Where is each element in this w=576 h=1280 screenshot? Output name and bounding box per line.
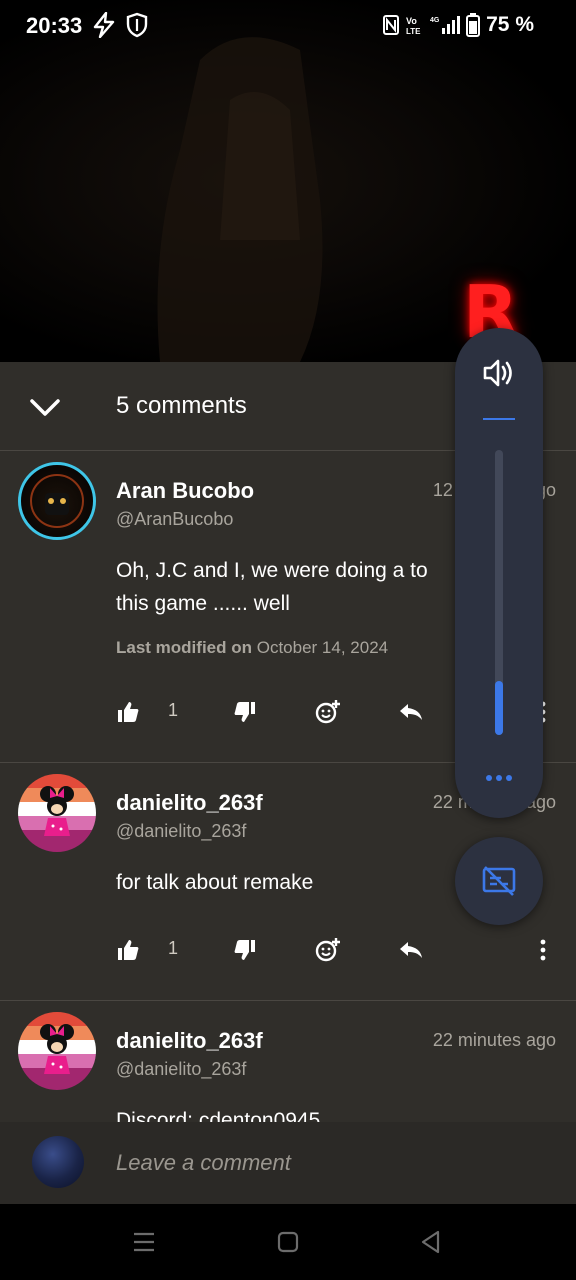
status-bar: 20:33 Vo LTE 4G 75 % <box>0 0 576 52</box>
comment-handle[interactable]: @AranBucobo <box>116 509 233 530</box>
comment-actions: 1 <box>0 930 576 970</box>
volte-icon: VoLTE <box>406 16 421 36</box>
comment-author[interactable]: danielito_263f <box>116 790 263 816</box>
reply-button[interactable] <box>398 692 424 732</box>
menu-icon[interactable] <box>132 1231 156 1253</box>
bolt-icon <box>93 12 115 38</box>
shield-icon <box>126 12 148 38</box>
avatar[interactable] <box>18 774 96 852</box>
like-count: 1 <box>168 700 179 720</box>
back-icon[interactable] <box>420 1230 442 1254</box>
comments-count-title: 5 comments <box>116 392 247 419</box>
nfc-icon <box>383 15 400 35</box>
chevron-down-icon <box>30 399 60 416</box>
live-caption-button[interactable] <box>455 837 543 925</box>
speaker-icon <box>483 359 512 387</box>
more-options-button[interactable] <box>536 930 550 970</box>
comment-modified: Last modified on October 14, 2024 <box>116 638 388 658</box>
thumbs-down-icon <box>234 940 255 960</box>
home-icon[interactable] <box>277 1231 299 1253</box>
captions-off-icon <box>482 866 516 896</box>
comment-item: danielito_263f @danielito_263f 22 minute… <box>0 1000 576 1122</box>
thumbs-down-icon <box>234 702 255 722</box>
volume-level <box>495 680 503 735</box>
thumbs-up-icon <box>118 702 139 722</box>
modified-label: Last modified on <box>116 638 252 657</box>
react-button[interactable] <box>314 930 342 970</box>
comment-text: Discord: cdenton0945 <box>116 1109 321 1122</box>
svg-text:LTE: LTE <box>406 27 421 36</box>
add-reaction-icon <box>315 938 340 962</box>
comment-handle[interactable]: @danielito_263f <box>116 821 246 842</box>
minnie-mouse-figure <box>40 786 74 836</box>
battery-icon <box>466 13 481 37</box>
volume-panel[interactable] <box>455 328 543 818</box>
avatar[interactable] <box>18 1012 96 1090</box>
minnie-mouse-figure <box>40 1024 74 1074</box>
svg-text:4G: 4G <box>430 17 440 24</box>
volume-separator <box>483 418 515 420</box>
comment-time: 22 minutes ago <box>432 1030 556 1050</box>
collapse-button[interactable] <box>26 392 64 422</box>
signal-icon: 4G <box>430 16 461 34</box>
comment-handle[interactable]: @danielito_263f <box>116 1059 246 1080</box>
video-player[interactable]: R <box>0 0 576 362</box>
comment-author[interactable]: Aran Bucobo <box>116 478 254 504</box>
reply-icon <box>400 704 422 720</box>
comment-input[interactable]: Leave a comment <box>116 1150 291 1176</box>
reply-button[interactable] <box>398 930 424 970</box>
status-time: 20:33 <box>26 13 83 38</box>
add-reaction-icon <box>315 700 340 724</box>
like-button[interactable] <box>116 930 140 970</box>
dislike-button[interactable] <box>233 930 257 970</box>
comment-text: for talk about remake <box>116 871 314 894</box>
comment-author[interactable]: danielito_263f <box>116 1028 263 1054</box>
more-horizontal-icon[interactable] <box>485 774 513 782</box>
dislike-button[interactable] <box>233 692 257 732</box>
react-button[interactable] <box>314 692 342 732</box>
avatar-figure <box>30 474 84 528</box>
system-nav-bar <box>0 1204 576 1280</box>
modified-date: October 14, 2024 <box>256 638 389 657</box>
like-button[interactable] <box>116 692 140 732</box>
more-vertical-icon <box>540 939 546 961</box>
avatar[interactable] <box>18 462 96 540</box>
comment-text: Oh, J.C and I, we were doing a to this g… <box>116 559 428 615</box>
battery-percent: 75 % <box>486 13 534 36</box>
comment-input-bar[interactable]: Leave a comment <box>0 1122 576 1204</box>
reply-icon <box>400 942 422 958</box>
volume-slider[interactable] <box>495 450 503 735</box>
like-count: 1 <box>168 938 179 958</box>
thumbs-up-icon <box>118 940 139 960</box>
svg-text:Vo: Vo <box>406 16 417 26</box>
user-avatar <box>32 1136 84 1188</box>
